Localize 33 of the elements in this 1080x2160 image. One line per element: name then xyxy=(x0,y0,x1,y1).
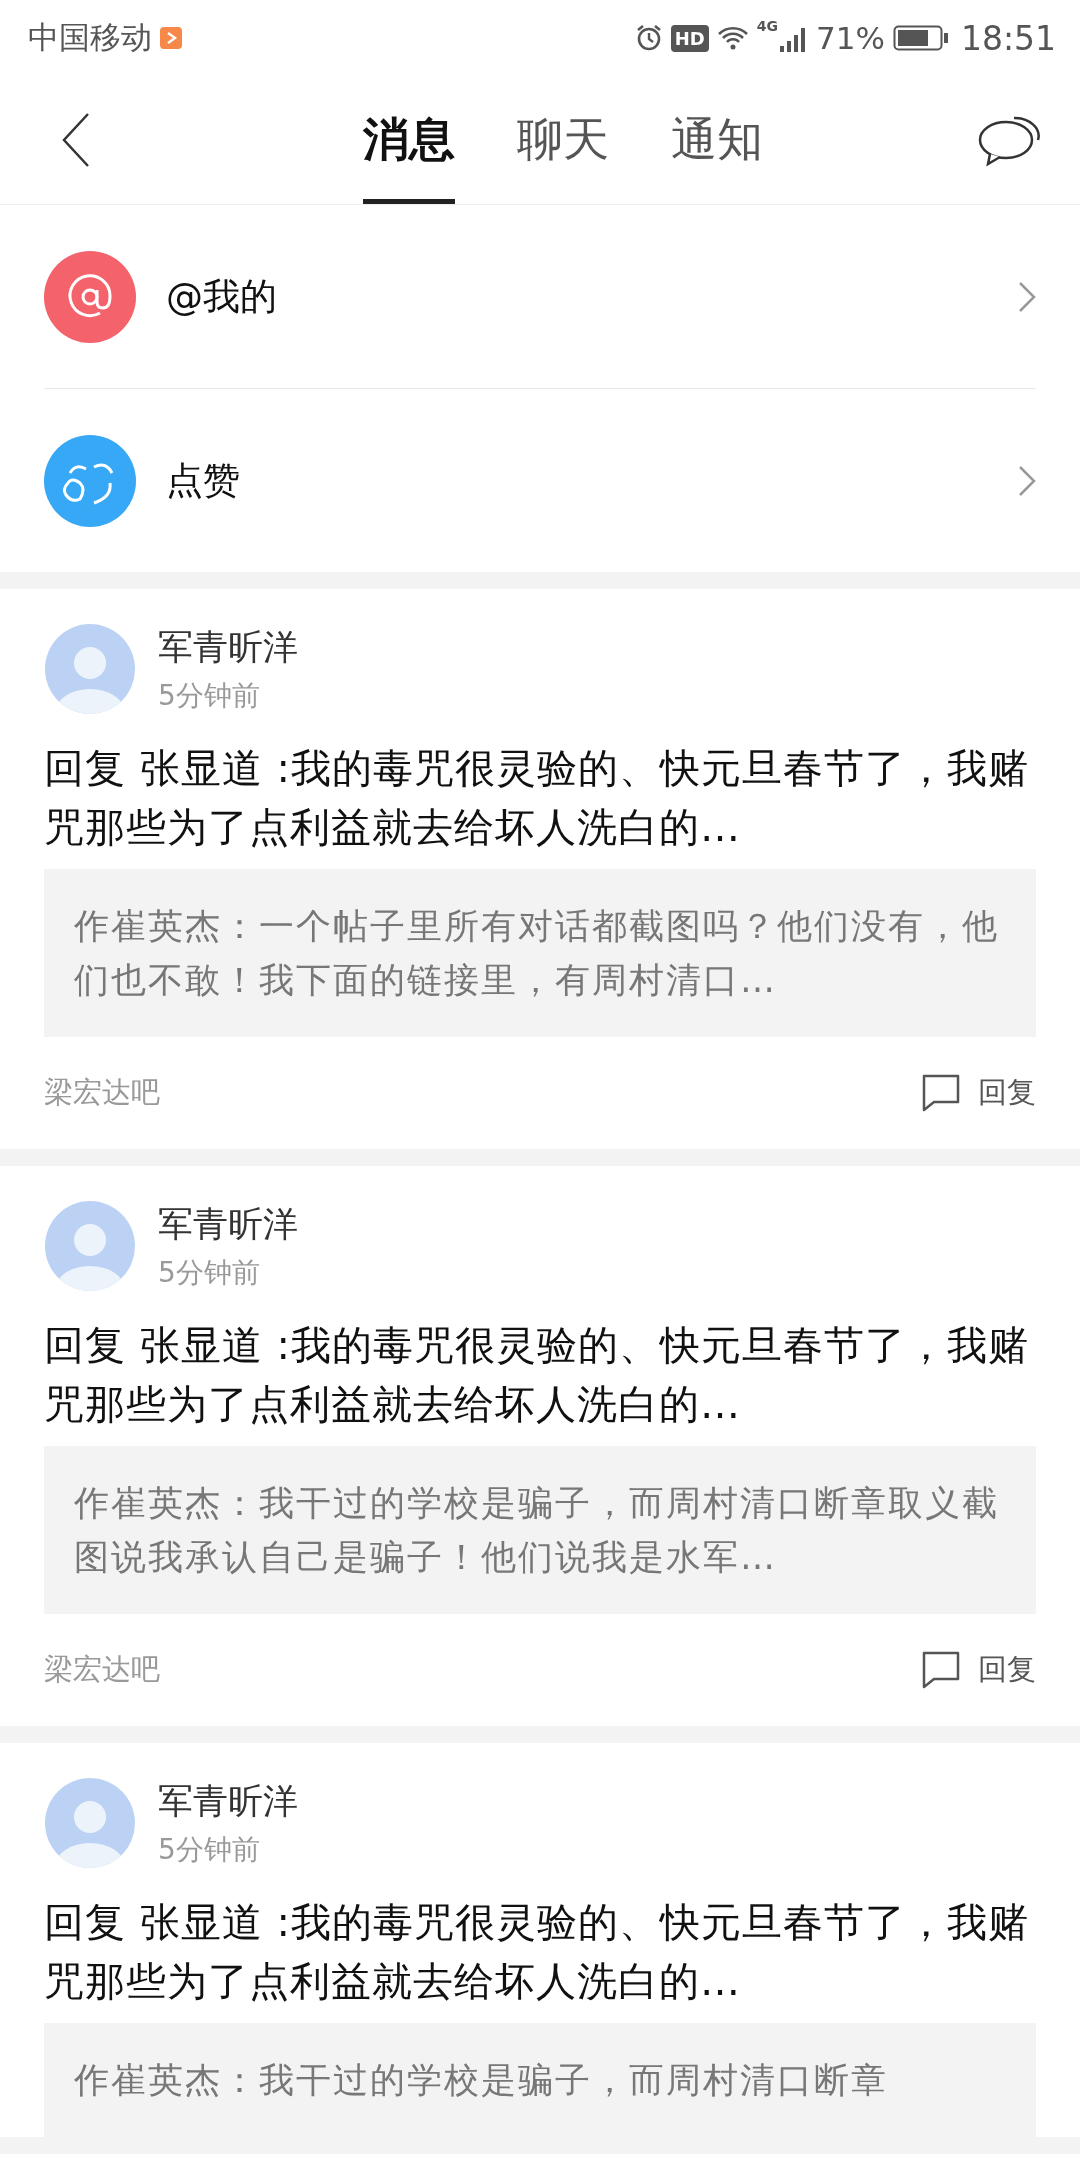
battery-percent: 71% xyxy=(816,20,885,56)
user-name[interactable]: 军青昕洋 xyxy=(158,1200,298,1248)
tab[interactable]: 消息 xyxy=(363,76,455,204)
tab[interactable]: 通知 xyxy=(671,76,763,204)
reply-text[interactable]: 回复 张显道 :我的毒咒很灵验的、快元旦春节了，我赌咒那些为了点利益就去给坏人洗白的… xyxy=(44,1316,1036,1434)
menu-label[interactable]: 点赞 xyxy=(166,455,988,506)
quoted-post[interactable]: 作崔英杰：我干过的学校是骗子，而周村清口断章取义截图说我承认自己是骗子！他们说我是水军… xyxy=(44,1446,1036,1614)
reply-text[interactable]: 回复 张显道 :我的毒咒很灵验的、快元旦春节了，我赌咒那些为了点利益就去给坏人洗白的… xyxy=(44,1893,1036,2011)
network-type: 4G xyxy=(756,18,778,34)
post-time: 5分钟前 xyxy=(158,677,261,714)
comment-icon[interactable] xyxy=(922,1651,960,1689)
quoted-post[interactable]: 作崔英杰：我干过的学校是骗子，而周村清口断章 xyxy=(44,2023,1036,2137)
chevron-right-icon[interactable] xyxy=(1018,280,1036,313)
wifi-icon xyxy=(716,25,749,51)
reply-text[interactable]: 回复 张显道 :我的毒咒很灵验的、快元旦春节了，我赌咒那些为了点利益就去给坏人洗白的… xyxy=(44,739,1036,857)
at-sign-icon xyxy=(44,250,136,343)
quoted-post[interactable]: 作崔英杰：一个帖子里所有对话都截图吗？他们没有，他们也不敢！我下面的链接里，有周村清口… xyxy=(44,869,1036,1037)
comment-icon[interactable] xyxy=(922,1074,960,1112)
post-time: 5分钟前 xyxy=(158,1831,261,1868)
hd-badge: HD xyxy=(670,24,709,52)
reply-button[interactable]: 回复 xyxy=(978,1650,1036,1690)
user-name[interactable]: 军青昕洋 xyxy=(158,1777,298,1825)
post-time: 5分钟前 xyxy=(158,1254,261,1291)
reply-button[interactable]: 回复 xyxy=(978,1073,1036,1113)
video-app-icon xyxy=(160,27,182,49)
battery-icon xyxy=(892,25,949,51)
user-name[interactable]: 军青昕洋 xyxy=(158,623,298,671)
clock-time: 18:51 xyxy=(960,18,1056,58)
chevron-right-icon[interactable] xyxy=(1018,464,1036,497)
tab[interactable]: 聊天 xyxy=(517,76,609,204)
back-icon[interactable] xyxy=(62,112,90,168)
carrier-name: 中国移动 xyxy=(28,18,152,57)
menu-label[interactable]: @我的 xyxy=(166,271,988,322)
